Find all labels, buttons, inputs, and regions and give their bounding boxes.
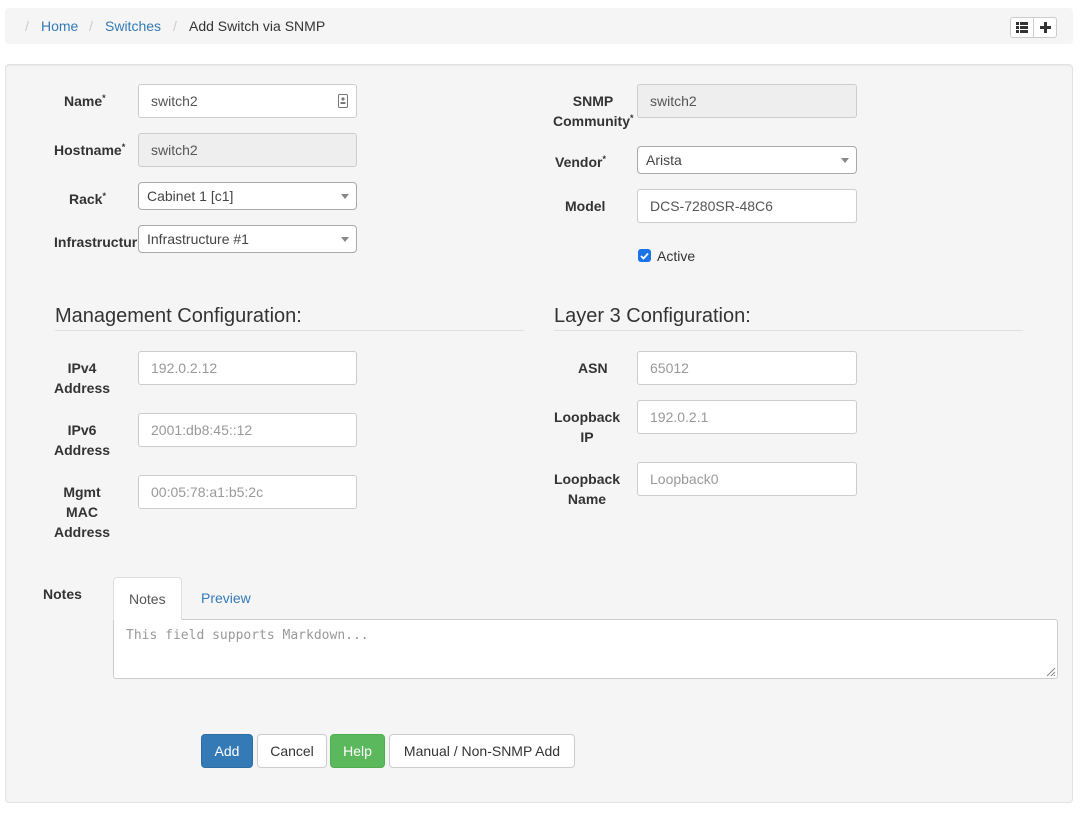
rack-label: Rack*: [69, 191, 106, 207]
mgmt-mac-label-line1: Mgmt: [63, 484, 101, 500]
infrastructure-select[interactable]: Infrastructure #1: [138, 225, 357, 253]
management-section-title: Management Configuration:: [55, 305, 302, 327]
hostname-label: Hostname*: [54, 142, 126, 158]
mgmt-mac-label: Mgmt MAC Address: [54, 482, 110, 542]
cancel-button[interactable]: Cancel: [257, 734, 327, 768]
model-input[interactable]: DCS-7280SR-48C6: [637, 189, 857, 223]
loopback-ip-label: Loopback IP: [553, 407, 621, 447]
notes-label: Notes: [43, 586, 82, 602]
switch-form-panel: Name* switch2 Hostname* switch2 Rack* Ca…: [5, 64, 1073, 803]
add-switch-button[interactable]: [1033, 17, 1057, 38]
checkmark-icon: [640, 252, 649, 260]
asn-label: ASN: [578, 360, 608, 376]
ipv6-address-input[interactable]: 2001:db8:45::12: [138, 413, 357, 447]
notes-textarea[interactable]: This field supports Markdown...: [113, 619, 1058, 679]
resize-handle-icon[interactable]: [1044, 665, 1056, 677]
tab-notes[interactable]: Notes: [113, 577, 182, 620]
vendor-select-value: Arista: [646, 152, 682, 168]
contact-card-icon[interactable]: [338, 94, 348, 108]
notes-textarea-placeholder: This field supports Markdown...: [126, 628, 369, 643]
add-button[interactable]: Add: [201, 734, 253, 768]
model-label: Model: [565, 198, 606, 214]
ipv6-label-line1: IPv6: [67, 422, 97, 438]
name-input[interactable]: switch2: [138, 84, 357, 118]
mgmt-mac-address-input[interactable]: 00:05:78:a1:b5:2c: [138, 475, 357, 509]
snmp-community-label: SNMP Community*: [553, 91, 634, 131]
plus-icon: [1039, 22, 1051, 33]
mgmt-mac-label-line3: Address: [54, 524, 111, 540]
active-checkbox[interactable]: [638, 249, 651, 262]
breadcrumb-separator: /: [25, 18, 29, 34]
chevron-down-icon: [341, 194, 349, 199]
breadcrumb-switches-link[interactable]: Switches: [105, 18, 161, 34]
vendor-select[interactable]: Arista: [637, 146, 857, 174]
loopback-name-label: Loopback Name: [553, 469, 621, 509]
loopback-name-label-line2: Name: [567, 491, 607, 507]
ipv4-label-line1: IPv4: [67, 360, 97, 376]
asn-input[interactable]: 65012: [637, 351, 857, 385]
infrastructure-label: Infrastructur: [54, 234, 138, 250]
loopback-ip-input[interactable]: 192.0.2.1: [637, 400, 857, 434]
manual-non-snmp-add-button[interactable]: Manual / Non-SNMP Add: [389, 734, 575, 768]
list-view-button[interactable]: [1010, 17, 1034, 38]
loopback-ip-label-line1: Loopback: [553, 409, 621, 425]
rack-select-value: Cabinet 1 [c1]: [147, 188, 234, 204]
ipv4-label: IPv4 Address: [54, 358, 110, 398]
layer3-section-title: Layer 3 Configuration:: [554, 305, 751, 327]
loopback-name-input[interactable]: Loopback0: [637, 462, 857, 496]
snmp-community-input[interactable]: switch2: [637, 84, 857, 118]
loopback-ip-label-line2: IP: [580, 429, 594, 445]
breadcrumb-home-link[interactable]: Home: [41, 18, 78, 34]
layer3-section-divider: [554, 330, 1023, 331]
ipv6-label: IPv6 Address: [54, 420, 110, 460]
snmp-community-label-line2: Community*: [553, 113, 634, 129]
loopback-name-label-line1: Loopback: [553, 471, 621, 487]
ipv4-address-input[interactable]: 192.0.2.12: [138, 351, 357, 385]
breadcrumb-current: Add Switch via SNMP: [189, 18, 326, 34]
chevron-down-icon: [841, 158, 849, 163]
rack-select[interactable]: Cabinet 1 [c1]: [138, 182, 357, 210]
hostname-input[interactable]: switch2: [138, 133, 357, 167]
breadcrumb-separator: /: [89, 18, 93, 34]
snmp-community-label-line1: SNMP: [572, 93, 614, 109]
mgmt-mac-label-line2: MAC: [66, 504, 98, 520]
chevron-down-icon: [341, 237, 349, 242]
management-section-divider: [55, 330, 524, 331]
list-icon: [1016, 22, 1028, 33]
help-button[interactable]: Help: [330, 734, 385, 768]
ipv6-label-line2: Address: [54, 442, 111, 458]
infrastructure-select-value: Infrastructure #1: [147, 231, 249, 247]
breadcrumb-separator: /: [173, 18, 177, 34]
tab-preview[interactable]: Preview: [186, 577, 266, 620]
active-label: Active: [657, 248, 696, 264]
name-input-value: switch2: [151, 93, 198, 109]
ipv4-label-line2: Address: [54, 380, 111, 396]
vendor-label: Vendor*: [555, 154, 606, 170]
breadcrumb: / Home / Switches / Add Switch via SNMP: [5, 8, 1073, 44]
name-label: Name*: [64, 93, 106, 109]
